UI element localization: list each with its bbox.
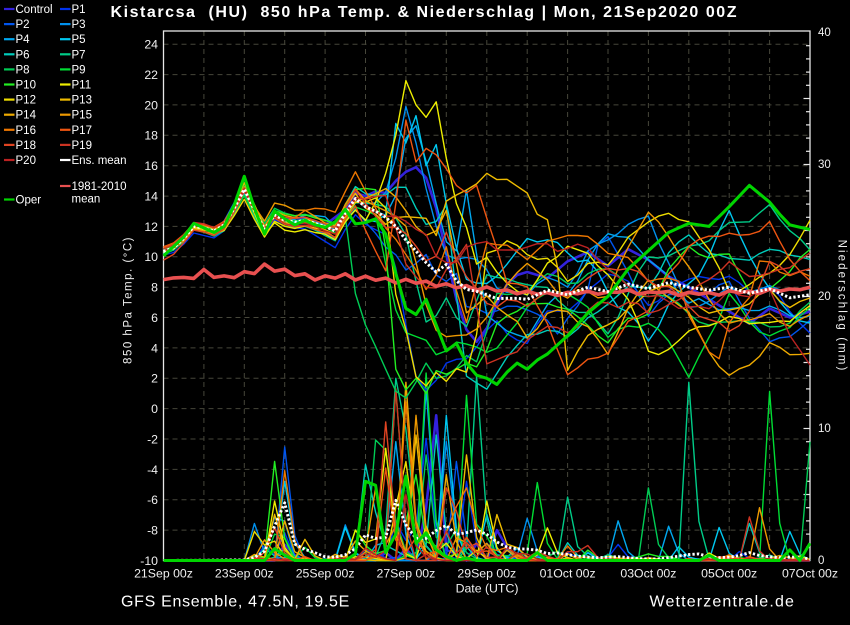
svg-text:40: 40: [818, 27, 831, 39]
svg-text:P6: P6: [16, 49, 30, 61]
svg-text:P19: P19: [72, 140, 92, 152]
svg-text:20: 20: [144, 98, 158, 112]
svg-text:03Oct 00z: 03Oct 00z: [620, 567, 676, 581]
svg-text:P16: P16: [16, 125, 36, 137]
svg-text:GFS Ensemble, 47.5N, 19.5E: GFS Ensemble, 47.5N, 19.5E: [121, 594, 350, 611]
svg-text:P7: P7: [72, 49, 86, 61]
svg-text:P2: P2: [16, 19, 30, 31]
svg-text:P18: P18: [16, 140, 36, 152]
svg-text:Niederschlag (mm): Niederschlag (mm): [836, 240, 848, 373]
svg-text:0: 0: [818, 555, 824, 567]
svg-text:Kistarcsa (HU) 850 hPa Temp.: Kistarcsa (HU) 850 hPa Temp. & Niedersch…: [111, 4, 739, 21]
svg-text:-6: -6: [147, 493, 158, 507]
svg-text:07Oct 00z: 07Oct 00z: [782, 567, 838, 581]
svg-text:16: 16: [144, 159, 158, 173]
svg-text:P20: P20: [16, 155, 36, 167]
svg-text:P15: P15: [72, 110, 92, 122]
svg-text:24: 24: [144, 38, 158, 52]
svg-text:27Sep 00z: 27Sep 00z: [376, 567, 435, 581]
svg-text:05Oct 00z: 05Oct 00z: [701, 567, 757, 581]
svg-text:2: 2: [151, 372, 158, 386]
svg-text:0: 0: [151, 402, 158, 416]
svg-text:20: 20: [818, 291, 831, 303]
svg-text:P4: P4: [16, 34, 31, 46]
svg-text:P11: P11: [72, 80, 92, 92]
svg-text:8: 8: [151, 281, 158, 295]
svg-text:-4: -4: [147, 463, 158, 477]
svg-text:P5: P5: [72, 34, 86, 46]
svg-text:P14: P14: [16, 110, 37, 122]
svg-text:Wetterzentrale.de: Wetterzentrale.de: [650, 594, 796, 611]
svg-text:P1: P1: [72, 4, 86, 16]
svg-text:10: 10: [144, 250, 158, 264]
svg-text:850 hPa Temp. (°C): 850 hPa Temp. (°C): [123, 236, 135, 364]
svg-text:Control: Control: [16, 4, 53, 16]
svg-text:mean: mean: [72, 194, 101, 206]
svg-text:Ens. mean: Ens. mean: [72, 155, 127, 167]
svg-text:25Sep 00z: 25Sep 00z: [296, 567, 355, 581]
svg-text:P10: P10: [16, 80, 36, 92]
svg-text:Oper: Oper: [16, 195, 42, 207]
svg-text:22: 22: [144, 68, 158, 82]
svg-text:01Oct 00z: 01Oct 00z: [540, 567, 596, 581]
svg-text:-2: -2: [147, 432, 158, 446]
svg-text:P13: P13: [72, 95, 92, 107]
svg-text:29Sep 00z: 29Sep 00z: [457, 567, 516, 581]
svg-text:6: 6: [151, 311, 158, 325]
svg-text:12: 12: [144, 220, 158, 234]
svg-text:P9: P9: [72, 64, 86, 76]
svg-text:10: 10: [818, 423, 831, 435]
svg-text:21Sep 00z: 21Sep 00z: [134, 567, 193, 581]
svg-text:Date (UTC): Date (UTC): [456, 582, 519, 596]
svg-text:P8: P8: [16, 64, 30, 76]
svg-text:4: 4: [151, 341, 158, 355]
svg-text:P3: P3: [72, 19, 86, 31]
svg-text:23Sep 00z: 23Sep 00z: [215, 567, 274, 581]
svg-text:1981-2010: 1981-2010: [72, 181, 127, 193]
svg-text:18: 18: [144, 129, 158, 143]
svg-text:14: 14: [144, 190, 158, 204]
svg-text:-8: -8: [147, 524, 158, 538]
svg-text:30: 30: [818, 159, 831, 171]
svg-text:P12: P12: [16, 95, 36, 107]
svg-text:P17: P17: [72, 125, 92, 137]
